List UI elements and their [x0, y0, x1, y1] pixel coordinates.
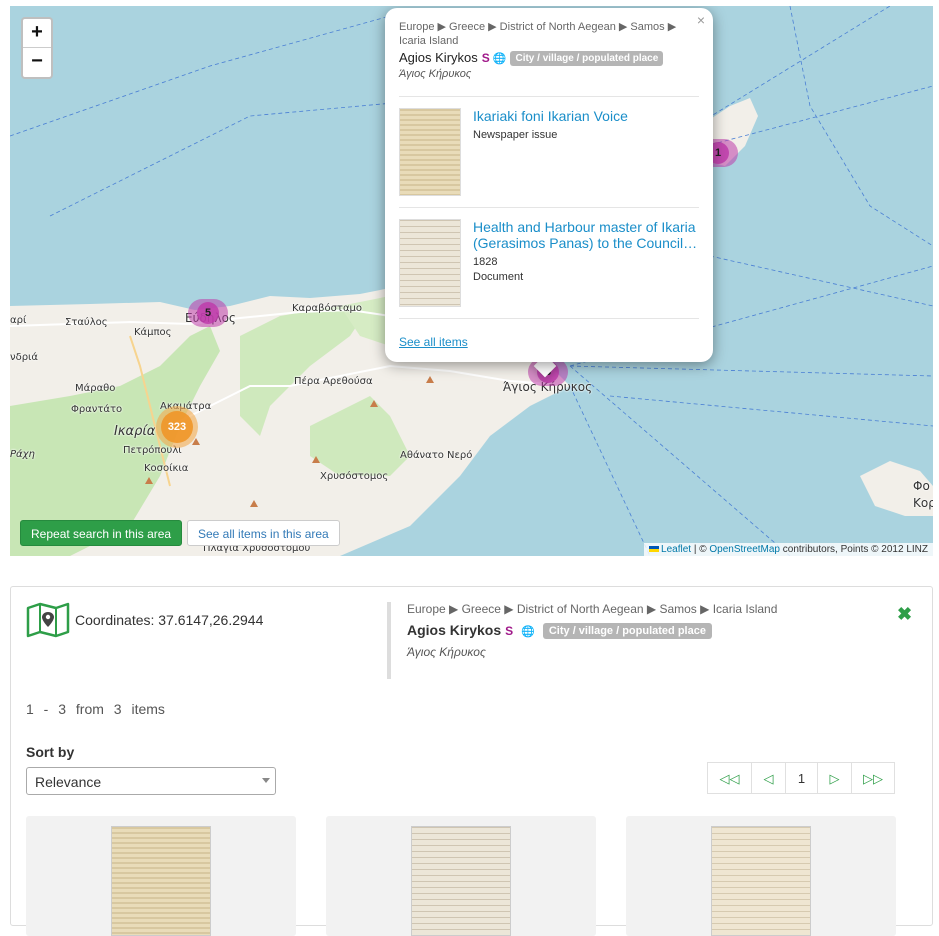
newspaper-thumbnail[interactable] — [399, 108, 461, 197]
popup-place-name: Agios Kirykos — [399, 50, 478, 65]
document-thumbnail[interactable] — [399, 219, 461, 308]
place-name: Agios Kirykos — [407, 622, 502, 638]
next-page-button[interactable]: ▷ — [817, 762, 851, 794]
popup-item[interactable]: Health and Harbour master of Ikaria (Ger… — [399, 207, 699, 318]
sort-label: Sort by — [26, 744, 75, 760]
popup-item-title[interactable]: Health and Harbour master of Ikaria (Ger… — [473, 219, 699, 251]
close-place-button[interactable]: ✖ — [897, 604, 912, 625]
attribution-text: contributors, Points © 2012 LINZ — [780, 544, 928, 555]
results-count: 1 - 3 from 3 items — [26, 701, 165, 717]
popup-item-type: Document — [473, 271, 524, 284]
place-breadcrumb: Europe ▶ Greece ▶ District of North Aege… — [407, 602, 778, 616]
document-thumbnail[interactable] — [711, 826, 811, 936]
result-card[interactable] — [326, 816, 596, 936]
globe-icon[interactable]: 🌐 — [493, 53, 507, 65]
map-label: Κορ — [913, 496, 933, 510]
map-label: νδριά — [10, 352, 39, 363]
popup-item[interactable]: Ikariaki foni Ikarian Voice Newspaper is… — [399, 96, 699, 207]
map-label: Σταύλος — [65, 317, 108, 328]
map-label: αρί — [10, 315, 27, 326]
last-page-button[interactable]: ▷▷ — [851, 762, 895, 794]
map-label: Πέρα Αρεθούσα — [294, 376, 373, 387]
map-label: Ράχη — [10, 449, 35, 460]
map-label: Μάραθο — [75, 383, 116, 394]
see-all-in-area-button[interactable]: See all items in this area — [187, 520, 340, 546]
map-label: Αθάνατο Νερό — [400, 450, 473, 461]
map-attribution: Leaflet | © OpenStreetMap contributors, … — [644, 543, 933, 556]
results-panel: Coordinates: 37.6147,26.2944 Europe ▶ Gr… — [10, 586, 933, 936]
popup-item-year: 1828 — [473, 256, 498, 269]
map-pin-icon — [26, 602, 70, 638]
first-page-button[interactable]: ◁◁ — [707, 762, 751, 794]
popup-close-button[interactable]: × — [697, 12, 705, 28]
wikidata-icon[interactable]: S — [505, 624, 513, 638]
result-card[interactable] — [26, 816, 296, 936]
pagination: ◁◁ ◁ 1 ▷ ▷▷ — [707, 762, 895, 794]
zoom-in-button[interactable]: + — [23, 19, 51, 48]
place-type-badge: City / village / populated place — [542, 622, 712, 639]
popup-breadcrumb: Europe ▶ Greece ▶ District of North Aege… — [399, 21, 677, 47]
popup-place: Agios Kirykos S 🌐 City / village / populate… — [399, 50, 699, 67]
place-info: Europe ▶ Greece ▶ District of North Aege… — [387, 602, 787, 679]
zoom-control: + − — [21, 17, 53, 79]
marker-cluster[interactable]: 5 — [188, 299, 228, 327]
zoom-out-button[interactable]: − — [23, 48, 51, 77]
place-type-badge: City / village / populated place — [510, 51, 664, 67]
map-label: Φραντάτο — [71, 404, 123, 415]
ukraine-flag-icon — [649, 546, 660, 553]
sort-selected-value: Relevance — [35, 774, 102, 790]
chevron-down-icon — [262, 778, 270, 783]
map-label: Καραβόσταμο — [292, 303, 363, 314]
document-thumbnail[interactable] — [411, 826, 511, 936]
popup-greek-name: Άγιος Κήρυκος — [399, 68, 472, 81]
map-label: Χρυσόστομος — [320, 471, 389, 482]
map-popup: × Europe ▶ Greece ▶ District of North Ae… — [385, 8, 713, 362]
place-greek-name: Άγιος Κήρυκος — [407, 645, 486, 659]
prev-page-button[interactable]: ◁ — [751, 762, 785, 794]
repeat-search-button[interactable]: Repeat search in this area — [20, 520, 183, 546]
page-number[interactable]: 1 — [785, 762, 817, 794]
map-label: Κάμπος — [134, 327, 172, 338]
map-label: Ικαρία — [114, 424, 156, 439]
popup-item-title[interactable]: Ikariaki foni Ikarian Voice — [473, 108, 628, 124]
coordinates-text: Coordinates: 37.6147,26.2944 — [75, 612, 264, 628]
osm-link[interactable]: OpenStreetMap — [709, 544, 780, 555]
popup-item-type: Newspaper issue — [473, 129, 558, 142]
see-all-items-link[interactable]: See all items — [399, 318, 699, 349]
newspaper-thumbnail[interactable] — [111, 826, 211, 936]
sort-select[interactable]: Relevance — [26, 767, 276, 795]
leaflet-link[interactable]: Leaflet — [661, 544, 691, 555]
wikidata-icon[interactable]: S — [482, 51, 490, 65]
result-card[interactable] — [626, 816, 896, 936]
globe-icon[interactable]: 🌐 — [521, 626, 535, 638]
map-label: Κοσοίκια — [144, 463, 189, 474]
map-label: Φο — [913, 479, 930, 493]
attribution-separator: | © — [691, 544, 710, 555]
map[interactable]: αρί Σταύλος Κάμπος Εύδηλος Καραβόσταμο ν… — [10, 6, 933, 556]
marker-cluster[interactable]: 323 — [156, 406, 198, 448]
